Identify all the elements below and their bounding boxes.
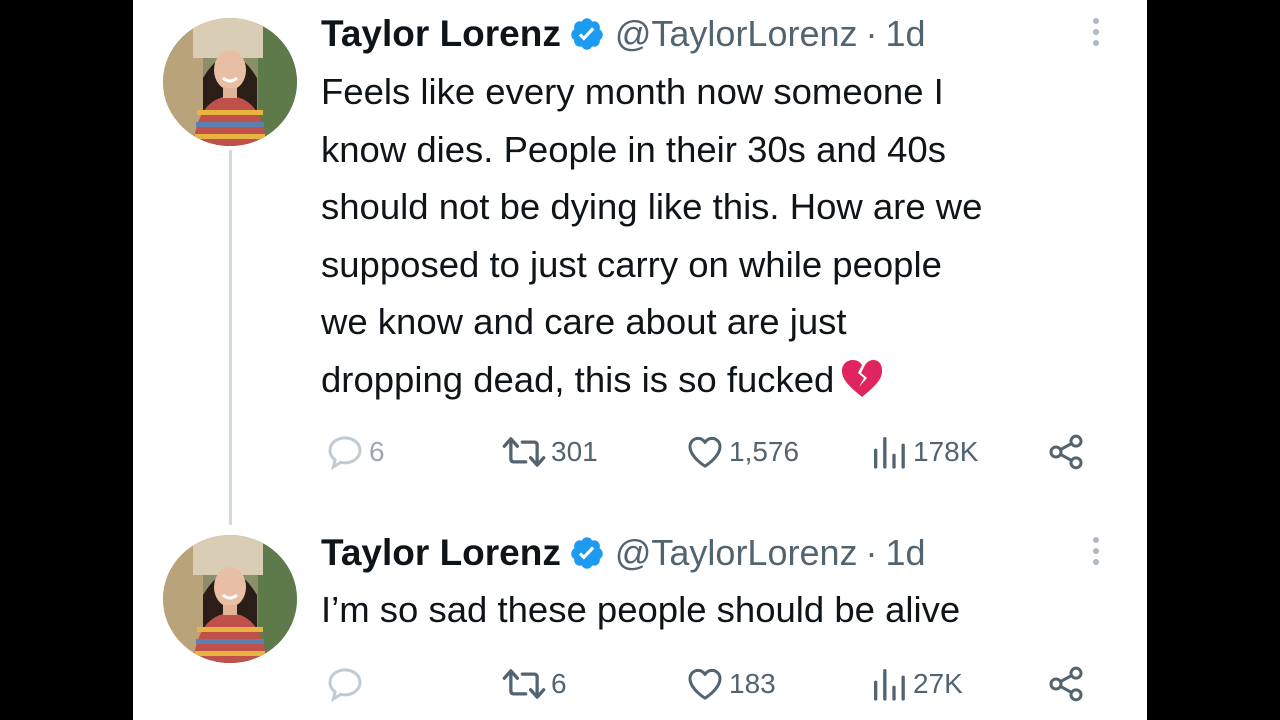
author-name[interactable]: Taylor Lorenz [321, 13, 561, 55]
like-button[interactable]: 183 [685, 662, 776, 706]
author-handle[interactable]: @TaylorLorenz [615, 532, 858, 574]
tweet-thread: Taylor Lorenz @TaylorLorenz · 1d Feels l… [133, 0, 1147, 720]
tweet-1[interactable]: Taylor Lorenz @TaylorLorenz · 1d Feels l… [133, 0, 1147, 525]
views-icon [869, 432, 909, 472]
separator-dot: · [865, 532, 878, 573]
tweet-text-content: Feels like every month now someone I kno… [321, 71, 983, 400]
views-count: 27K [913, 668, 963, 699]
share-icon [1046, 432, 1086, 472]
share-icon [1046, 664, 1086, 704]
retweet-count: 301 [551, 436, 598, 467]
retweet-button[interactable]: 6 [501, 662, 567, 706]
retweet-count: 6 [551, 668, 567, 699]
reply-button[interactable] [325, 662, 369, 706]
verified-badge-icon [569, 535, 605, 571]
tweet-header: Taylor Lorenz @TaylorLorenz · 1d [321, 531, 926, 575]
views-count: 178K [913, 436, 979, 467]
thread-line [229, 150, 232, 525]
separator-dot: · [865, 13, 878, 54]
heart-icon [685, 432, 725, 472]
retweet-button[interactable]: 301 [501, 430, 598, 474]
reply-count: 6 [369, 436, 385, 467]
views-icon [869, 664, 909, 704]
more-vertical-icon[interactable] [1087, 531, 1105, 571]
reply-icon [325, 432, 365, 472]
verified-badge-icon [569, 16, 605, 52]
tweet-text-content: I’m so sad these people should be alive [321, 589, 961, 630]
like-count: 183 [729, 668, 776, 699]
more-vertical-icon[interactable] [1087, 12, 1105, 52]
author-handle[interactable]: @TaylorLorenz [615, 13, 858, 55]
views-button[interactable]: 178K [869, 430, 978, 474]
like-button[interactable]: 1,576 [685, 430, 799, 474]
retweet-icon [501, 432, 547, 472]
views-button[interactable]: 27K [869, 662, 963, 706]
tweet-text: Feels like every month now someone I kno… [321, 63, 1121, 408]
retweet-icon [501, 664, 547, 704]
like-count: 1,576 [729, 436, 800, 467]
reply-icon [325, 664, 365, 704]
tweet-header: Taylor Lorenz @TaylorLorenz · 1d [321, 12, 926, 56]
tweet-2[interactable]: Taylor Lorenz @TaylorLorenz · 1d I’m so … [133, 525, 1147, 720]
author-name[interactable]: Taylor Lorenz [321, 532, 561, 574]
share-button[interactable] [1046, 430, 1086, 474]
tweet-actions: 6 301 1,576 178K [321, 430, 1111, 474]
broken-heart-emoji [840, 358, 884, 398]
timestamp[interactable]: 1d [886, 13, 926, 55]
timestamp[interactable]: 1d [886, 532, 926, 574]
reply-button[interactable]: 6 [325, 430, 385, 474]
avatar[interactable] [163, 535, 297, 663]
avatar[interactable] [163, 18, 297, 146]
share-button[interactable] [1046, 662, 1086, 706]
tweet-actions: 6 183 27K [321, 662, 1111, 706]
tweet-text: I’m so sad these people should be alive [321, 581, 1121, 639]
heart-icon [685, 664, 725, 704]
